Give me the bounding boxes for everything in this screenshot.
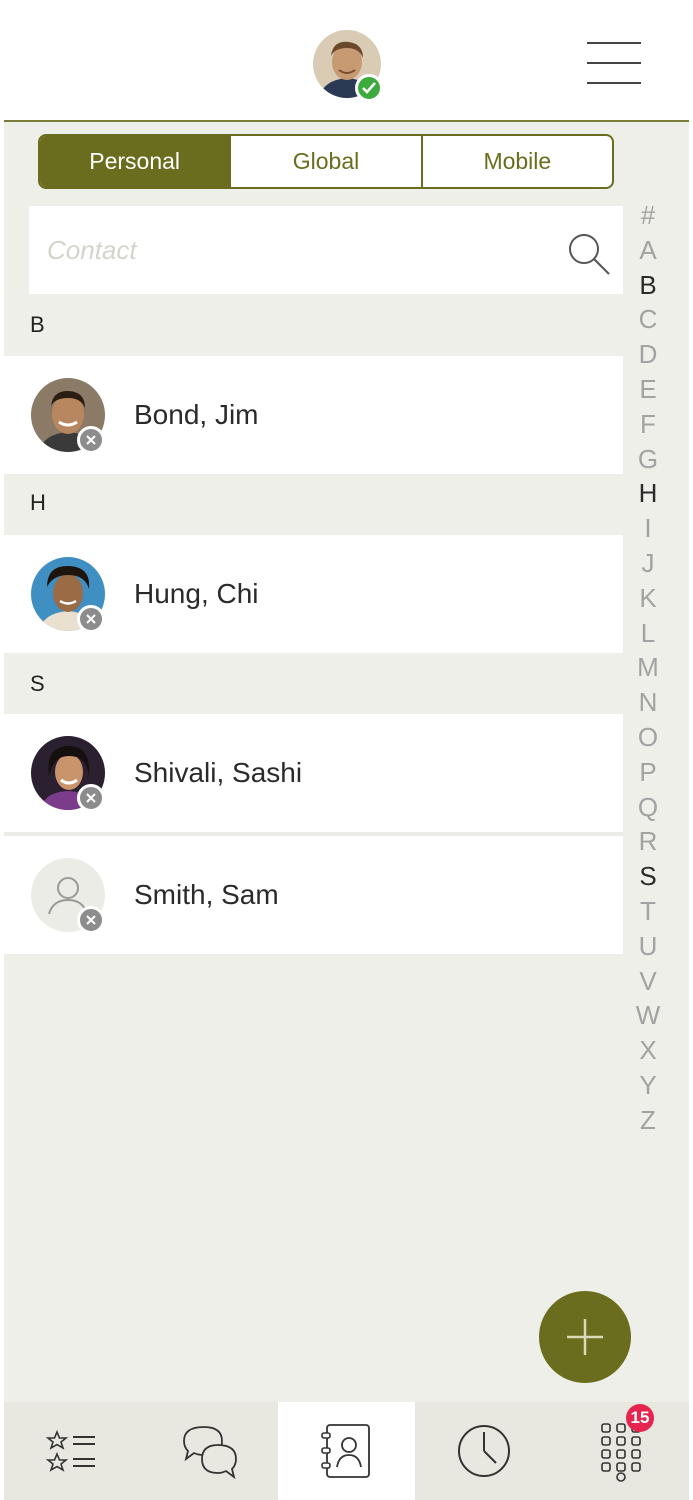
address-book-icon [320, 1424, 370, 1478]
contact-name: Shivali, Sashi [134, 757, 303, 788]
bottom-navigation: 15 [4, 1402, 689, 1500]
nav-dialpad[interactable]: 15 [552, 1402, 689, 1500]
contact-row-hung-chi[interactable]: Hung, Chi [4, 535, 623, 653]
contact-row-shivali-sashi[interactable]: Shivali, Sashi [4, 714, 623, 832]
add-contact-button[interactable] [539, 1291, 631, 1383]
directory-tabs: Personal Global Mobile [38, 134, 614, 189]
index-letter-z[interactable]: Z [628, 1103, 668, 1138]
chat-bubbles-icon [182, 1426, 237, 1479]
search-icon[interactable] [565, 230, 613, 278]
index-letter-v[interactable]: V [628, 964, 668, 999]
index-letter-x[interactable]: X [628, 1033, 668, 1068]
index-letter-k[interactable]: K [628, 581, 668, 616]
index-letter-p[interactable]: P [628, 755, 668, 790]
alphabet-index: # A B C D E F G H I J K L M N O P Q R S T U V W X Y Z [628, 198, 668, 1138]
tab-mobile[interactable]: Mobile [420, 136, 612, 187]
tab-personal[interactable]: Personal [40, 136, 230, 187]
index-letter-e[interactable]: E [628, 372, 668, 407]
tab-global[interactable]: Global [229, 136, 420, 187]
contact-row-bond-jim[interactable]: Bond, Jim [4, 356, 623, 474]
index-letter-hash[interactable]: # [628, 198, 668, 233]
contact-avatar [31, 557, 105, 633]
index-letter-h[interactable]: H [628, 476, 668, 511]
index-letter-b[interactable]: B [628, 268, 668, 303]
app-header [4, 0, 689, 122]
index-letter-l[interactable]: L [628, 616, 668, 651]
nav-contacts[interactable] [278, 1402, 415, 1500]
contacts-screen: Personal Global Mobile B [4, 0, 689, 1500]
index-letter-w[interactable]: W [628, 998, 668, 1033]
nav-favorites[interactable] [4, 1402, 141, 1500]
contact-avatar [31, 736, 105, 812]
index-letter-u[interactable]: U [628, 929, 668, 964]
index-letter-t[interactable]: T [628, 894, 668, 929]
nav-history[interactable] [415, 1402, 552, 1500]
favorites-list-icon [45, 1429, 95, 1472]
plus-icon [567, 1319, 603, 1355]
index-letter-m[interactable]: M [628, 650, 668, 685]
nav-chat[interactable] [141, 1402, 278, 1500]
index-letter-o[interactable]: O [628, 720, 668, 755]
index-letter-y[interactable]: Y [628, 1068, 668, 1103]
index-letter-s[interactable]: S [628, 859, 668, 894]
section-header-h: H [30, 490, 46, 515]
index-letter-i[interactable]: I [628, 511, 668, 546]
hamburger-menu-icon[interactable] [587, 38, 641, 88]
index-letter-c[interactable]: C [628, 302, 668, 337]
contact-search-input[interactable] [47, 228, 527, 272]
contact-row-smith-sam[interactable]: Smith, Sam [4, 836, 623, 954]
index-letter-a[interactable]: A [628, 233, 668, 268]
contact-name: Smith, Sam [134, 879, 279, 910]
contact-name: Hung, Chi [134, 578, 259, 609]
index-letter-r[interactable]: R [628, 824, 668, 859]
contact-name: Bond, Jim [134, 399, 259, 430]
section-header-s: S [30, 671, 45, 696]
notification-badge: 15 [626, 1404, 654, 1432]
presence-offline-icon [77, 906, 105, 934]
presence-offline-icon [77, 784, 105, 812]
my-avatar[interactable] [313, 30, 383, 102]
index-letter-d[interactable]: D [628, 337, 668, 372]
index-letter-q[interactable]: Q [628, 790, 668, 825]
presence-offline-icon [77, 426, 105, 454]
section-header-b: B [30, 312, 45, 337]
clock-icon [457, 1425, 510, 1477]
search-bar [29, 206, 623, 294]
index-letter-g[interactable]: G [628, 442, 668, 477]
contact-avatar [31, 378, 105, 454]
index-letter-n[interactable]: N [628, 685, 668, 720]
index-letter-f[interactable]: F [628, 407, 668, 442]
presence-offline-icon [77, 605, 105, 633]
index-letter-j[interactable]: J [628, 546, 668, 581]
presence-available-icon [355, 74, 383, 102]
contact-avatar [31, 858, 105, 934]
